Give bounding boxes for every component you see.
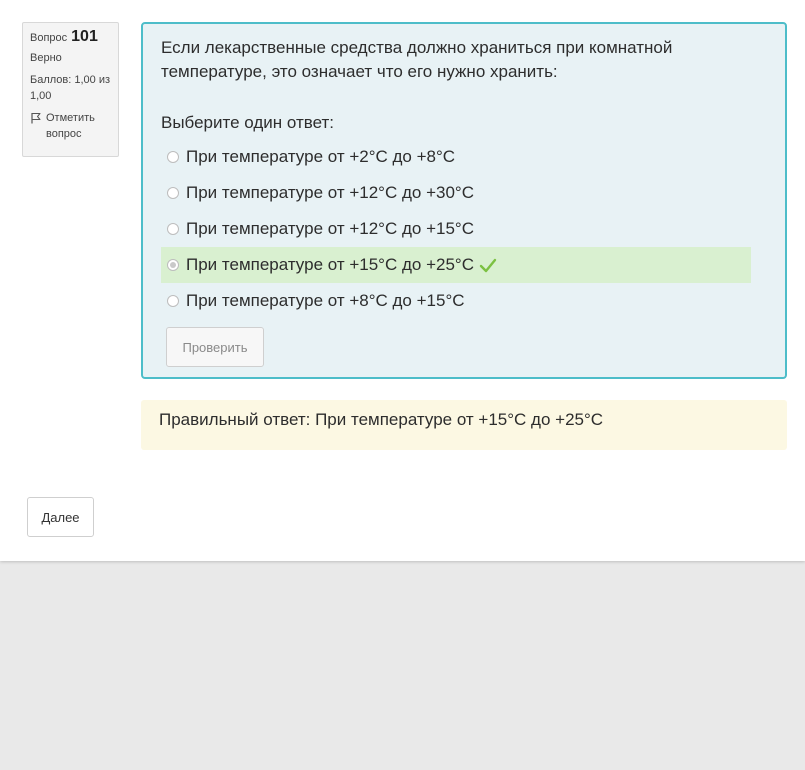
answer-prompt: Выберите один ответ: — [161, 113, 334, 132]
answer-option[interactable]: При температуре от +12°C до +15°C — [161, 211, 751, 247]
answer-list: При температуре от +2°C до +8°C При темп… — [161, 139, 751, 319]
right-answer-text: Правильный ответ: При температуре от +15… — [159, 410, 604, 429]
correct-check-icon — [479, 257, 497, 273]
check-button[interactable]: Проверить — [166, 327, 264, 367]
answer-radio[interactable] — [167, 151, 179, 163]
question-state: Верно — [30, 52, 62, 64]
flag-question-link[interactable]: Отметить вопрос — [30, 110, 111, 142]
answer-label: При температуре от +8°C до +15°C — [186, 291, 465, 310]
answer-label: При температуре от +15°C до +25°C — [186, 255, 474, 274]
answer-option[interactable]: При температуре от +2°C до +8°C — [161, 139, 751, 175]
question-label: Вопрос — [30, 32, 68, 44]
answer-radio[interactable] — [167, 295, 179, 307]
question-formulation: Если лекарственные средства должно храни… — [141, 22, 787, 379]
answer-label: При температуре от +12°C до +15°C — [186, 219, 474, 238]
flag-question-label: Отметить вопрос — [46, 112, 95, 140]
quiz-page: Вопрос 101 Верно Баллов: 1,00 из 1,00 От… — [0, 0, 805, 561]
answer-option[interactable]: При температуре от +12°C до +30°C — [161, 175, 751, 211]
answer-radio[interactable] — [167, 223, 179, 235]
answer-radio[interactable] — [167, 187, 179, 199]
answer-option[interactable]: При температуре от +8°C до +15°C — [161, 283, 751, 319]
question-number-line: Вопрос 101 — [30, 29, 111, 46]
next-button[interactable]: Далее — [27, 497, 94, 537]
question-text: Если лекарственные средства должно храни… — [161, 38, 673, 81]
question-info-panel: Вопрос 101 Верно Баллов: 1,00 из 1,00 От… — [22, 22, 119, 157]
answer-option-correct[interactable]: При температуре от +15°C до +25°C — [161, 247, 751, 283]
answer-radio-selected[interactable] — [167, 259, 179, 271]
question-grade: Баллов: 1,00 из 1,00 — [30, 74, 111, 102]
question-number: 101 — [71, 28, 98, 45]
answer-label: При температуре от +2°C до +8°C — [186, 147, 456, 166]
flag-icon — [31, 113, 41, 124]
right-answer-feedback: Правильный ответ: При температуре от +15… — [141, 400, 787, 450]
answer-label: При температуре от +12°C до +30°C — [186, 183, 474, 202]
